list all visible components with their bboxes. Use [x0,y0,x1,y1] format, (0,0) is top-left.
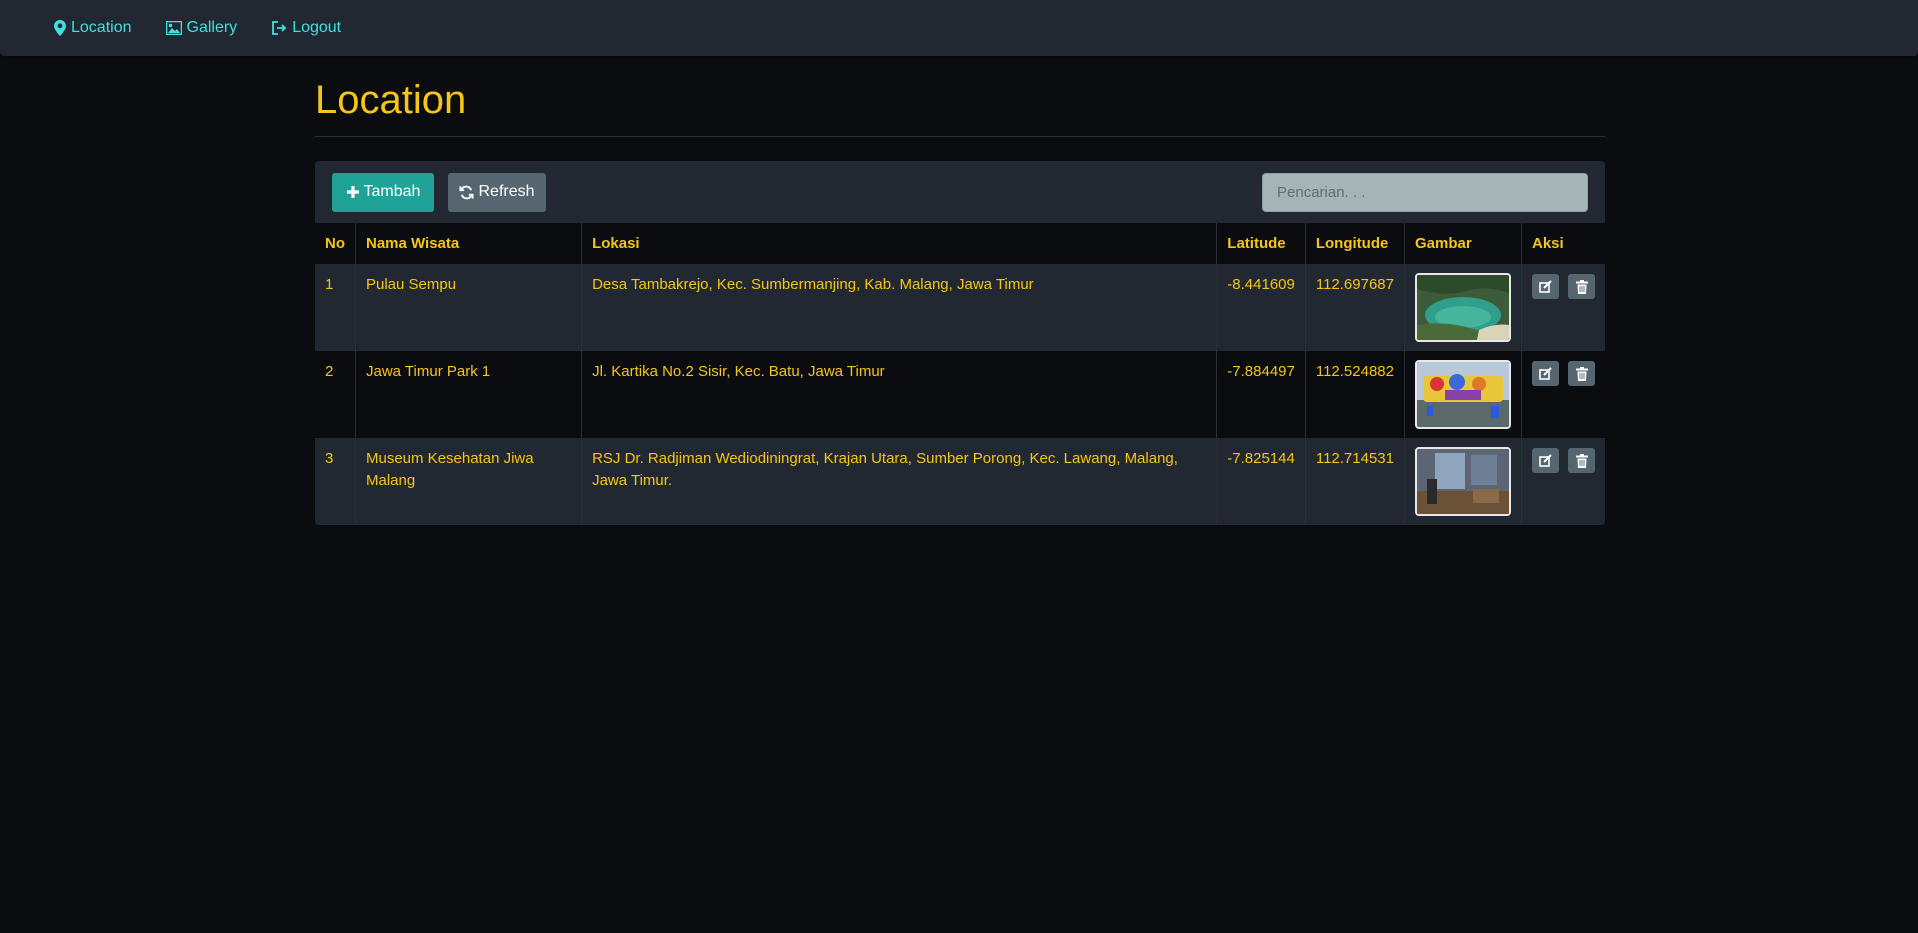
cell-name: Museum Kesehatan Jiwa Malang [354,438,582,525]
col-longitude: Longitude [1304,223,1405,264]
cell-latitude: -7.884497 [1216,351,1306,438]
nav-location-label: Location [71,19,132,36]
edit-icon [1539,454,1552,467]
col-no: No [315,223,356,264]
col-name: Nama Wisata [354,223,582,264]
cell-location: RSJ Dr. Radjiman Wediodiningrat, Krajan … [581,438,1217,525]
table-row: 2 Jawa Timur Park 1 Jl. Kartika No.2 Sis… [315,351,1605,438]
beach-lagoon-image [1416,275,1509,340]
cell-latitude: -7.825144 [1216,438,1306,525]
trash-icon [1575,279,1588,294]
cell-location: Jl. Kartika No.2 Sisir, Kec. Batu, Jawa … [581,351,1217,438]
image-icon [165,21,182,35]
plus-icon [346,186,359,198]
location-thumbnail[interactable] [1414,273,1511,342]
cell-no: 1 [315,264,356,351]
col-actions: Aksi [1521,223,1605,264]
cell-latitude: -8.441609 [1216,264,1306,351]
location-thumbnail[interactable] [1414,447,1511,516]
cell-actions [1521,351,1605,438]
table-toolbar: Tambah Refresh [315,161,1605,223]
cell-image [1403,264,1522,351]
cell-longitude: 112.524882 [1304,351,1405,438]
cell-location: Desa Tambakrejo, Kec. Sumbermanjing, Kab… [581,264,1217,351]
table-header-row: No Nama Wisata Lokasi Latitude Longitude… [315,223,1605,264]
table-row: 1 Pulau Sempu Desa Tambakrejo, Kec. Sumb… [315,264,1605,351]
cell-no: 3 [315,438,356,525]
edit-icon [1539,367,1552,380]
map-marker-icon [54,20,66,36]
cell-image [1403,351,1522,438]
trash-icon [1575,366,1588,381]
edit-button[interactable] [1532,448,1559,473]
location-thumbnail[interactable] [1414,360,1511,429]
cell-actions [1521,438,1605,525]
add-button[interactable]: Tambah [332,172,434,212]
cell-longitude: 112.714531 [1304,438,1405,525]
trash-icon [1575,453,1588,468]
logout-icon [272,21,287,35]
edit-button[interactable] [1532,361,1559,386]
cell-actions [1521,264,1605,351]
cell-no: 2 [315,351,356,438]
refresh-button[interactable]: Refresh [448,172,546,212]
location-panel: Tambah Refresh No Nama Wisata Lokasi Lat… [315,161,1605,525]
cell-name: Pulau Sempu [354,264,582,351]
search-input[interactable] [1262,173,1588,212]
add-button-label: Tambah [363,183,421,200]
refresh-icon [459,185,475,199]
cell-name: Jawa Timur Park 1 [354,351,582,438]
location-table: No Nama Wisata Lokasi Latitude Longitude… [315,223,1605,525]
nav-gallery[interactable]: Gallery [165,19,238,37]
main-content: Location Tambah Refresh No Nama Wisata L… [315,56,1605,525]
nav-logout[interactable]: Logout [271,19,341,37]
museum-room-image [1416,449,1509,514]
theme-park-image [1416,362,1509,427]
refresh-button-label: Refresh [478,183,535,200]
col-location: Lokasi [581,223,1217,264]
nav-location[interactable]: Location [54,19,132,37]
col-latitude: Latitude [1216,223,1306,264]
edit-button[interactable] [1532,274,1559,299]
top-navbar: Location Gallery Logout [0,0,1918,56]
cell-longitude: 112.697687 [1304,264,1405,351]
col-image: Gambar [1403,223,1522,264]
page-title: Location [315,78,1605,137]
delete-button[interactable] [1568,361,1595,386]
delete-button[interactable] [1568,448,1595,473]
nav-gallery-label: Gallery [186,19,238,36]
table-row: 3 Museum Kesehatan Jiwa Malang RSJ Dr. R… [315,438,1605,525]
delete-button[interactable] [1568,274,1595,299]
nav-logout-label: Logout [292,19,342,36]
cell-image [1403,438,1522,525]
edit-icon [1539,280,1552,293]
